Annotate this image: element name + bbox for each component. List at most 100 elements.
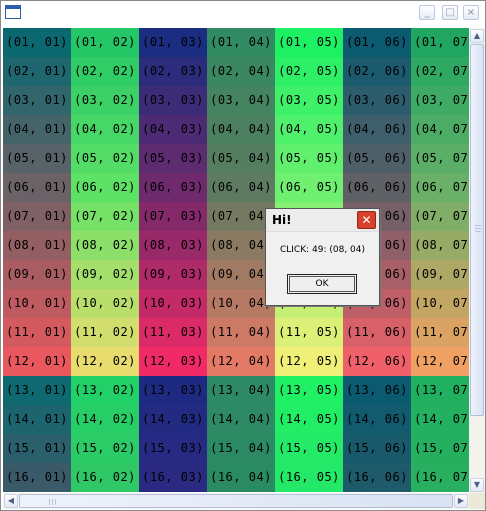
grid-cell[interactable]: (01, 02) (71, 28, 139, 57)
grid-cell[interactable]: (01, 04) (207, 28, 275, 57)
grid-cell[interactable]: (10, 02) (71, 289, 139, 318)
grid-cell[interactable]: (04, 05) (275, 115, 343, 144)
grid-cell[interactable]: (03, 01) (3, 86, 71, 115)
grid-cell[interactable]: (11, 02) (71, 318, 139, 347)
grid-cell[interactable]: (11, 03) (139, 318, 207, 347)
grid-cell[interactable]: (14, 05) (275, 405, 343, 434)
grid-cell[interactable]: (02, 06) (343, 57, 411, 86)
grid-cell[interactable]: (03, 04) (207, 86, 275, 115)
dialog-title-bar[interactable]: Hi! ✕ (266, 209, 379, 232)
grid-cell[interactable]: (06, 02) (71, 173, 139, 202)
grid-cell[interactable]: (16, 02) (71, 463, 139, 492)
grid-cell[interactable]: (15, 01) (3, 434, 71, 463)
grid-cell[interactable]: (12, 04) (207, 347, 275, 376)
grid-cell[interactable]: (09, 01) (3, 260, 71, 289)
vertical-scrollbar[interactable]: ▲ ▼ (469, 28, 485, 493)
grid-cell[interactable]: (15, 04) (207, 434, 275, 463)
grid-cell[interactable]: (08, 01) (3, 231, 71, 260)
vertical-scroll-thumb[interactable] (470, 44, 484, 416)
grid-cell[interactable]: (07, 07) (411, 202, 469, 231)
grid-cell[interactable]: (06, 07) (411, 173, 469, 202)
grid-cell[interactable]: (16, 07) (411, 463, 469, 492)
grid-cell[interactable]: (15, 02) (71, 434, 139, 463)
grid-cell[interactable]: (14, 07) (411, 405, 469, 434)
grid-cell[interactable]: (05, 06) (343, 144, 411, 173)
grid-cell[interactable]: (09, 02) (71, 260, 139, 289)
grid-cell[interactable]: (09, 07) (411, 260, 469, 289)
dialog-close-button[interactable]: ✕ (357, 211, 376, 229)
grid-cell[interactable]: (14, 02) (71, 405, 139, 434)
grid-cell[interactable]: (16, 01) (3, 463, 71, 492)
grid-cell[interactable]: (14, 04) (207, 405, 275, 434)
grid-cell[interactable]: (11, 04) (207, 318, 275, 347)
grid-cell[interactable]: (13, 06) (343, 376, 411, 405)
horizontal-scrollbar[interactable]: ◀ ▶ (3, 493, 469, 509)
grid-cell[interactable]: (05, 03) (139, 144, 207, 173)
grid-cell[interactable]: (02, 07) (411, 57, 469, 86)
grid-cell[interactable]: (12, 01) (3, 347, 71, 376)
grid-cell[interactable]: (04, 04) (207, 115, 275, 144)
grid-cell[interactable]: (01, 01) (3, 28, 71, 57)
grid-cell[interactable]: (16, 03) (139, 463, 207, 492)
grid-cell[interactable]: (15, 03) (139, 434, 207, 463)
minimize-button[interactable]: _ (419, 5, 435, 20)
grid-cell[interactable]: (04, 06) (343, 115, 411, 144)
grid-cell[interactable]: (13, 03) (139, 376, 207, 405)
grid-cell[interactable]: (02, 02) (71, 57, 139, 86)
grid-cell[interactable]: (04, 02) (71, 115, 139, 144)
grid-cell[interactable]: (01, 07) (411, 28, 469, 57)
grid-cell[interactable]: (16, 06) (343, 463, 411, 492)
grid-cell[interactable]: (05, 04) (207, 144, 275, 173)
grid-cell[interactable]: (03, 05) (275, 86, 343, 115)
grid-cell[interactable]: (01, 06) (343, 28, 411, 57)
grid-cell[interactable]: (03, 02) (71, 86, 139, 115)
grid-cell[interactable]: (01, 03) (139, 28, 207, 57)
grid-cell[interactable]: (03, 06) (343, 86, 411, 115)
grid-cell[interactable]: (12, 02) (71, 347, 139, 376)
window-app-icon[interactable] (5, 5, 21, 19)
grid-cell[interactable]: (06, 04) (207, 173, 275, 202)
grid-cell[interactable]: (13, 07) (411, 376, 469, 405)
grid-cell[interactable]: (08, 02) (71, 231, 139, 260)
grid-cell[interactable]: (16, 05) (275, 463, 343, 492)
grid-cell[interactable]: (06, 01) (3, 173, 71, 202)
scroll-up-button[interactable]: ▲ (470, 29, 484, 43)
grid-cell[interactable]: (06, 05) (275, 173, 343, 202)
grid-cell[interactable]: (16, 04) (207, 463, 275, 492)
grid-cell[interactable]: (03, 07) (411, 86, 469, 115)
grid-cell[interactable]: (12, 06) (343, 347, 411, 376)
grid-cell[interactable]: (05, 05) (275, 144, 343, 173)
ok-button[interactable]: OK (287, 274, 357, 294)
grid-cell[interactable]: (03, 03) (139, 86, 207, 115)
grid-cell[interactable]: (05, 02) (71, 144, 139, 173)
grid-cell[interactable]: (04, 03) (139, 115, 207, 144)
grid-cell[interactable]: (08, 03) (139, 231, 207, 260)
grid-cell[interactable]: (02, 05) (275, 57, 343, 86)
grid-cell[interactable]: (07, 03) (139, 202, 207, 231)
scroll-down-button[interactable]: ▼ (470, 478, 484, 492)
grid-cell[interactable]: (05, 07) (411, 144, 469, 173)
grid-cell[interactable]: (01, 05) (275, 28, 343, 57)
close-button[interactable]: × (463, 5, 479, 20)
grid-cell[interactable]: (06, 06) (343, 173, 411, 202)
grid-cell[interactable]: (10, 01) (3, 289, 71, 318)
title-bar[interactable]: _ □ × (1, 1, 485, 25)
grid-cell[interactable]: (10, 07) (411, 289, 469, 318)
grid-cell[interactable]: (13, 01) (3, 376, 71, 405)
grid-cell[interactable]: (02, 04) (207, 57, 275, 86)
grid-cell[interactable]: (08, 07) (411, 231, 469, 260)
grid-cell[interactable]: (07, 01) (3, 202, 71, 231)
grid-cell[interactable]: (14, 06) (343, 405, 411, 434)
grid-cell[interactable]: (12, 05) (275, 347, 343, 376)
grid-cell[interactable]: (11, 05) (275, 318, 343, 347)
grid-cell[interactable]: (04, 01) (3, 115, 71, 144)
grid-cell[interactable]: (15, 06) (343, 434, 411, 463)
grid-cell[interactable]: (14, 03) (139, 405, 207, 434)
grid-cell[interactable]: (04, 07) (411, 115, 469, 144)
grid-cell[interactable]: (13, 02) (71, 376, 139, 405)
scroll-left-button[interactable]: ◀ (4, 494, 18, 508)
grid-cell[interactable]: (05, 01) (3, 144, 71, 173)
grid-cell[interactable]: (14, 01) (3, 405, 71, 434)
grid-cell[interactable]: (02, 01) (3, 57, 71, 86)
grid-cell[interactable]: (06, 03) (139, 173, 207, 202)
